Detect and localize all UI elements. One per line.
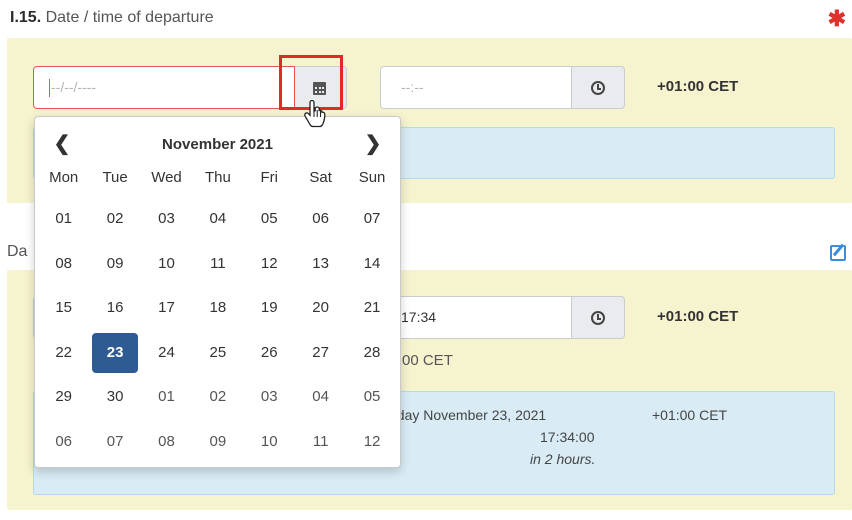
hand-pointer-cursor-icon [304,99,326,128]
datepicker-popup: ❮ November 2021 ❯ Mon Tue Wed Thu Fri Sa… [34,116,401,468]
info-date-text: esday November 23, 2021 [382,407,547,423]
day-cell[interactable]: 18 [192,288,243,328]
day-cell[interactable]: 03 [141,199,192,239]
second-time-input[interactable]: 17:34 [380,296,572,339]
section-title-text: Date / time of departure [41,9,214,26]
day-cell[interactable]: 10 [141,244,192,284]
datepicker-header: ❮ November 2021 ❯ [35,132,400,158]
day-cell[interactable]: 01 [141,377,192,417]
day-cell[interactable]: 12 [346,422,397,462]
day-grid: 01 02 03 04 05 06 07 08 09 10 11 12 13 14 15 16 17 18 19 20… [38,197,398,464]
weekday-label: Tue [102,169,128,186]
clock-icon [591,311,605,325]
day-cell[interactable]: 24 [141,333,192,373]
week-row: 29 30 01 02 03 04 05 [38,375,398,420]
day-cell[interactable]: 02 [192,377,243,417]
weekday-header: Mon Tue Wed Thu Fri Sat Sun [35,169,400,186]
day-cell[interactable]: 08 [38,244,89,284]
selected-day-cell[interactable]: 23 [92,332,139,373]
second-timezone-note: 00 CET [402,352,453,369]
prev-month-button[interactable]: ❮ [47,132,77,158]
day-cell[interactable]: 12 [244,244,295,284]
clock-icon [591,81,605,95]
week-row: 15 16 17 18 19 20 21 [38,286,398,331]
section-title: I.15. Date / time of departure [10,9,214,27]
weekday-label: Wed [151,169,182,186]
week-row: 06 07 08 09 10 11 12 [38,420,398,465]
departure-date-input[interactable]: --/--/---- [33,66,295,109]
info-relative-text: in 2 hours. [530,451,596,467]
day-cell[interactable]: 14 [346,244,397,284]
day-cell[interactable]: 28 [346,333,397,373]
time-picker-button[interactable] [571,66,625,109]
day-cell[interactable]: 07 [89,422,140,462]
day-cell[interactable]: 10 [244,422,295,462]
day-cell[interactable]: 17 [141,288,192,328]
day-cell[interactable]: 20 [295,288,346,328]
weekday-label: Mon [49,169,79,186]
info-time-text: 17:34:00 [540,429,595,445]
day-cell[interactable]: 07 [346,199,397,239]
text-caret [49,79,50,98]
day-cell[interactable]: 06 [38,422,89,462]
required-asterisk-icon: ✱ [827,6,846,31]
day-cell[interactable]: 27 [295,333,346,373]
date-placeholder: --/--/---- [51,79,97,95]
day-cell[interactable]: 09 [89,244,140,284]
weekday-label: Fri [260,169,279,186]
second-section-title: Da [7,243,28,260]
day-cell[interactable]: 05 [346,377,397,417]
day-cell[interactable]: 30 [89,377,140,417]
weekday-label: Sat [309,169,332,186]
info-timezone: +01:00 CET [652,407,728,423]
weekday-label: Thu [204,169,231,186]
time-placeholder: --:-- [401,79,424,95]
weekday-label: Sun [358,169,386,186]
month-title[interactable]: November 2021 [85,132,350,158]
departure-time-input[interactable]: --:-- [380,66,572,109]
day-cell[interactable]: 19 [244,288,295,328]
week-row: 01 02 03 04 05 06 07 [38,197,398,242]
day-cell[interactable]: 03 [244,377,295,417]
day-cell[interactable]: 11 [295,422,346,462]
day-cell[interactable]: 22 [38,333,89,373]
second-timezone-label: +01:00 CET [657,308,739,325]
day-cell[interactable]: 13 [295,244,346,284]
day-cell[interactable]: 05 [244,199,295,239]
day-cell[interactable]: 16 [89,288,140,328]
day-cell[interactable]: 04 [192,199,243,239]
day-cell[interactable]: 01 [38,199,89,239]
timezone-label: +01:00 CET [657,78,739,95]
day-cell[interactable]: 21 [346,288,397,328]
day-cell[interactable]: 15 [38,288,89,328]
day-cell[interactable]: 11 [192,244,243,284]
day-cell[interactable]: 06 [295,199,346,239]
day-cell[interactable]: 09 [192,422,243,462]
day-cell[interactable]: 02 [89,199,140,239]
day-cell[interactable]: 26 [244,333,295,373]
day-cell[interactable]: 25 [192,333,243,373]
edit-icon[interactable] [830,245,846,261]
next-month-button[interactable]: ❯ [358,132,388,158]
section-code: I.15. [10,9,42,26]
week-row: 08 09 10 11 12 13 14 [38,242,398,287]
day-cell[interactable]: 08 [141,422,192,462]
week-row: 22 23 24 25 26 27 28 [38,331,398,376]
second-time-picker-button[interactable] [571,296,625,339]
day-cell[interactable]: 04 [295,377,346,417]
day-cell[interactable]: 29 [38,377,89,417]
